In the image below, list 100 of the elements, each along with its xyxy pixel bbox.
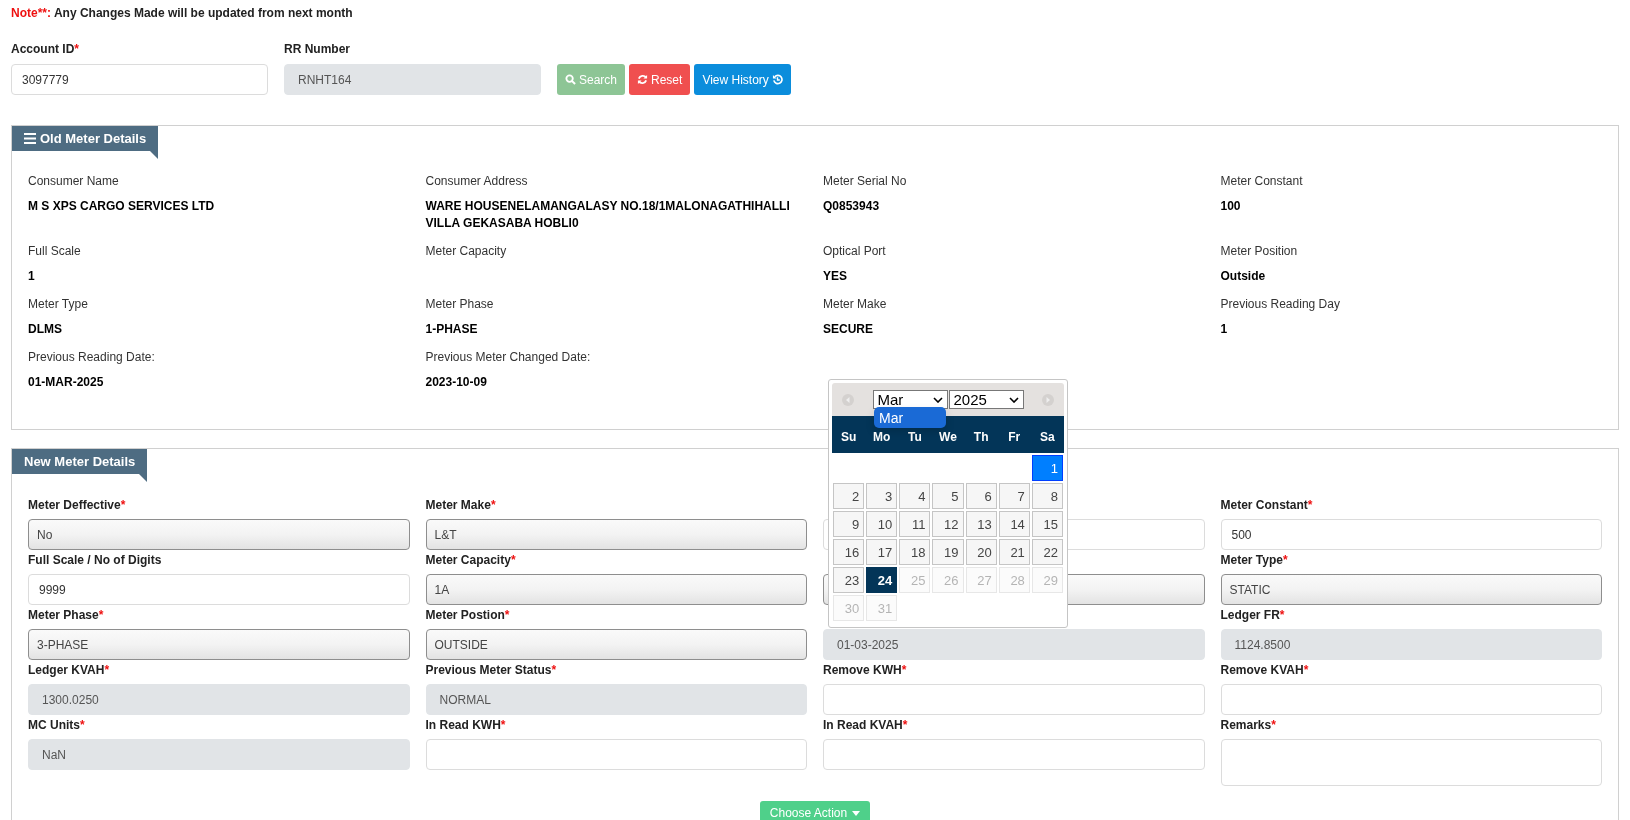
year-select[interactable]: 2025 [948,390,1024,409]
calendar-day[interactable]: 20 [965,539,997,565]
calendar-day[interactable]: 3 [866,483,898,509]
month-select[interactable]: Mar [872,390,948,409]
dropdown-field[interactable]: 3-PHASE [28,629,410,660]
field-label: Account ID* [11,42,79,56]
weekday-label: Sa [1039,430,1056,444]
previous-icon[interactable] [842,393,854,406]
calendar-day: 26 [932,567,964,593]
section-title: Old Meter Details [40,131,147,146]
detail-label: Optical Port [823,244,887,258]
calendar-day[interactable]: 14 [998,511,1030,537]
input-field[interactable]: 01-03-2025 [823,629,1205,660]
note-text: Note**: Any Changes Made will be updated from next month [10,5,354,20]
field-label: Full Scale / No of Digits [28,553,162,567]
weekday-label: Th [972,430,990,444]
calendar-day[interactable]: 23 [833,567,865,593]
detail-value: M S XPS CARGO SERVICES LTD [28,198,216,215]
section-header: New Meter Details [12,449,148,474]
input-field[interactable]: NaN [28,739,410,770]
weekday-label: Tu [906,430,923,444]
history-button[interactable]: View History [694,64,791,95]
field-label: RR Number [284,42,350,56]
calendar-day: 25 [899,567,931,593]
input-field[interactable]: 9999 [28,574,410,605]
dropdown-field[interactable]: STATIC [1220,574,1602,605]
detail-value: 100 [1220,198,1242,215]
weekday-label: Su [839,430,858,444]
detail-value: WARE HOUSENELAMANGALASY NO.18/1MALONAGATHIHALLI VILLA GEKASABA HOBLI0 [425,198,791,232]
field-label: In Read KVAH* [823,718,908,732]
input-field[interactable] [823,684,1205,715]
detail-value: 2023-10-09 [425,374,488,391]
input-field[interactable] [425,739,807,770]
calendar-day[interactable]: 5 [932,483,964,509]
calendar-day[interactable]: 17 [866,539,898,565]
calendar-day[interactable]: 16 [833,539,865,565]
input-field[interactable]: NORMAL [425,684,807,715]
next-icon[interactable] [1042,393,1054,406]
search-icon [565,74,576,85]
detail-label: Meter Position [1220,244,1299,258]
input-field[interactable] [1220,684,1602,715]
detail-value: YES [823,268,848,285]
field-label: MC Units* [28,718,85,732]
calendar-day: 30 [833,595,865,621]
calendar-day[interactable]: 6 [965,483,997,509]
calendar-day[interactable]: 13 [965,511,997,537]
chevron-down-icon [932,396,943,403]
weekday-label: Mo [872,430,892,444]
month-option[interactable]: Mar [874,407,946,428]
field-label: Previous Meter Status* [425,663,557,677]
detail-value: 1 [1220,321,1229,338]
detail-value: 01-MAR-2025 [28,374,105,391]
calendar-day[interactable]: 18 [899,539,931,565]
weekday-label: Fr [1007,430,1022,444]
chevron-down-icon [1008,396,1019,403]
input-field[interactable] [823,739,1205,770]
field-label: Meter Make* [425,498,496,512]
calendar-day[interactable]: 8 [1031,483,1063,509]
reset-button[interactable]: Reset [629,64,691,95]
dropdown-field[interactable]: L&T [425,519,807,550]
calendar-day[interactable]: 21 [998,539,1030,565]
history-icon [771,74,783,85]
calendar-day[interactable]: 12 [932,511,964,537]
dropdown-field[interactable]: No [28,519,410,550]
detail-label: Previous Reading Date: [28,350,156,364]
calendar-day[interactable]: 24 [866,567,898,593]
detail-label: Meter Serial No [823,174,908,188]
detail-label: Meter Type [28,297,89,311]
input-field[interactable]: 1124.8500 [1220,629,1602,660]
field-label: Ledger FR* [1220,608,1285,622]
calendar-day[interactable]: 9 [833,511,865,537]
detail-label: Previous Meter Changed Date: [425,350,592,364]
input-field[interactable]: RNHT164 [284,64,541,95]
calendar-day[interactable]: 1 [1031,455,1063,481]
dropdown-field[interactable]: 1A [425,574,807,605]
detail-label: Meter Phase [425,297,495,311]
caret-icon [852,811,861,816]
input-field[interactable]: 3097779 [11,64,268,95]
detail-label: Meter Make [823,297,888,311]
calendar-day[interactable]: 22 [1031,539,1063,565]
calendar-day: 31 [866,595,898,621]
detail-value: SECURE [823,321,874,338]
field-label: Remove KVAH* [1220,663,1309,677]
calendar-day[interactable]: 7 [998,483,1030,509]
calendar-day[interactable]: 2 [833,483,865,509]
field-label: Meter Constant* [1220,498,1313,512]
dropdown-field[interactable]: OUTSIDE [425,629,807,660]
weekday-label: We [938,430,958,444]
calendar-day[interactable]: 10 [866,511,898,537]
detail-label: Meter Capacity [425,244,508,258]
calendar-day[interactable]: 19 [932,539,964,565]
detail-label: Meter Constant [1220,174,1304,188]
text-area[interactable] [1220,739,1602,786]
input-field[interactable]: 1300.0250 [28,684,410,715]
calendar-day[interactable]: 11 [899,511,931,537]
calendar-day[interactable]: 15 [1031,511,1063,537]
field-label: Meter Postion* [425,608,510,622]
field-label: Meter Deffective* [28,498,126,512]
input-field[interactable]: 500 [1220,519,1602,550]
calendar-day[interactable]: 4 [899,483,931,509]
